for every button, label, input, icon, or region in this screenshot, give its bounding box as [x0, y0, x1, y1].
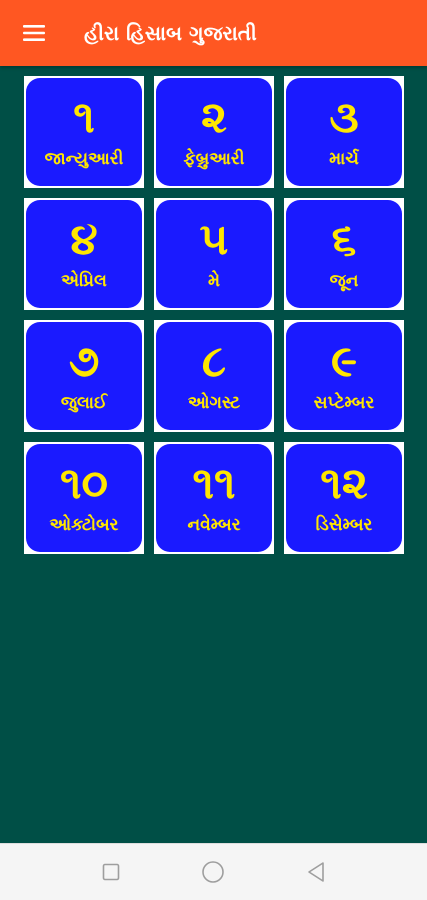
month-tile-body[interactable]: ૧૨ ડિસેમ્બર — [286, 444, 402, 552]
month-number: ૧ — [73, 92, 95, 143]
month-number: ૬ — [331, 214, 357, 265]
month-label: ડિસેમ્બર — [315, 515, 373, 535]
month-label: ફેબ્રુઆરી — [183, 149, 245, 169]
system-navigation-bar — [0, 843, 427, 900]
month-tile-december[interactable]: ૧૨ ડિસેમ્બર — [284, 442, 404, 554]
month-label: સપ્ટેમ્બર — [313, 393, 375, 413]
month-label: જુલાઈ — [60, 393, 108, 413]
month-tile-july[interactable]: ૭ જુલાઈ — [24, 320, 144, 432]
app-bar: હીરા હિસાબ ગુજરાતી — [0, 0, 427, 66]
month-tile-april[interactable]: ૪ એપ્રિલ — [24, 198, 144, 310]
recent-apps-icon[interactable] — [91, 852, 131, 892]
month-grid: ૧ જાન્યુઆરી ૨ ફેબ્રુઆરી ૩ માર્ચ ૪ એપ્રિલ… — [24, 76, 404, 554]
month-tile-body[interactable]: ૧ જાન્યુઆરી — [26, 78, 142, 186]
month-number: ૫ — [199, 214, 229, 265]
month-number: ૧૦ — [59, 458, 109, 509]
month-tile-november[interactable]: ૧૧ નવેમ્બર — [154, 442, 274, 554]
month-label: માર્ચ — [329, 149, 359, 169]
month-number: ૭ — [68, 336, 100, 387]
month-tile-body[interactable]: ૭ જુલાઈ — [26, 322, 142, 430]
month-number: ૯ — [330, 336, 358, 387]
month-tile-body[interactable]: ૧૦ ઓક્ટોબર — [26, 444, 142, 552]
month-tile-body[interactable]: ૬ જૂન — [286, 200, 402, 308]
month-number: ૧૧ — [192, 458, 236, 509]
month-label: એપ્રિલ — [61, 271, 107, 291]
month-tile-august[interactable]: ૮ ઓગસ્ટ — [154, 320, 274, 432]
month-tile-body[interactable]: ૯ સપ્ટેમ્બર — [286, 322, 402, 430]
back-icon[interactable] — [296, 852, 336, 892]
month-tile-body[interactable]: ૧૧ નવેમ્બર — [156, 444, 272, 552]
month-tile-body[interactable]: ૪ એપ્રિલ — [26, 200, 142, 308]
hamburger-menu-icon[interactable] — [19, 18, 49, 48]
month-tile-body[interactable]: ૨ ફેબ્રુઆરી — [156, 78, 272, 186]
month-label: ઓક્ટોબર — [49, 515, 119, 535]
month-number: ૧૨ — [320, 458, 368, 509]
month-tile-march[interactable]: ૩ માર્ચ — [284, 76, 404, 188]
month-label: ઓગસ્ટ — [187, 393, 241, 413]
home-icon[interactable] — [193, 852, 233, 892]
month-tile-september[interactable]: ૯ સપ્ટેમ્બર — [284, 320, 404, 432]
month-tile-may[interactable]: ૫ મે — [154, 198, 274, 310]
month-label: જાન્યુઆરી — [44, 149, 124, 169]
month-tile-body[interactable]: ૫ મે — [156, 200, 272, 308]
month-number: ૨ — [201, 92, 227, 143]
month-number: ૩ — [329, 92, 359, 143]
month-tile-june[interactable]: ૬ જૂન — [284, 198, 404, 310]
app-title: હીરા હિસાબ ગુજરાતી — [84, 21, 257, 45]
month-label: નવેમ્બર — [187, 515, 241, 535]
month-number: ૪ — [70, 214, 98, 265]
month-tile-february[interactable]: ૨ ફેબ્રુઆરી — [154, 76, 274, 188]
month-tile-body[interactable]: ૩ માર્ચ — [286, 78, 402, 186]
month-label: મે — [207, 271, 220, 291]
month-label: જૂન — [329, 271, 359, 291]
month-number: ૮ — [201, 336, 227, 387]
month-tile-body[interactable]: ૮ ઓગસ્ટ — [156, 322, 272, 430]
month-tile-october[interactable]: ૧૦ ઓક્ટોબર — [24, 442, 144, 554]
month-tile-january[interactable]: ૧ જાન્યુઆરી — [24, 76, 144, 188]
